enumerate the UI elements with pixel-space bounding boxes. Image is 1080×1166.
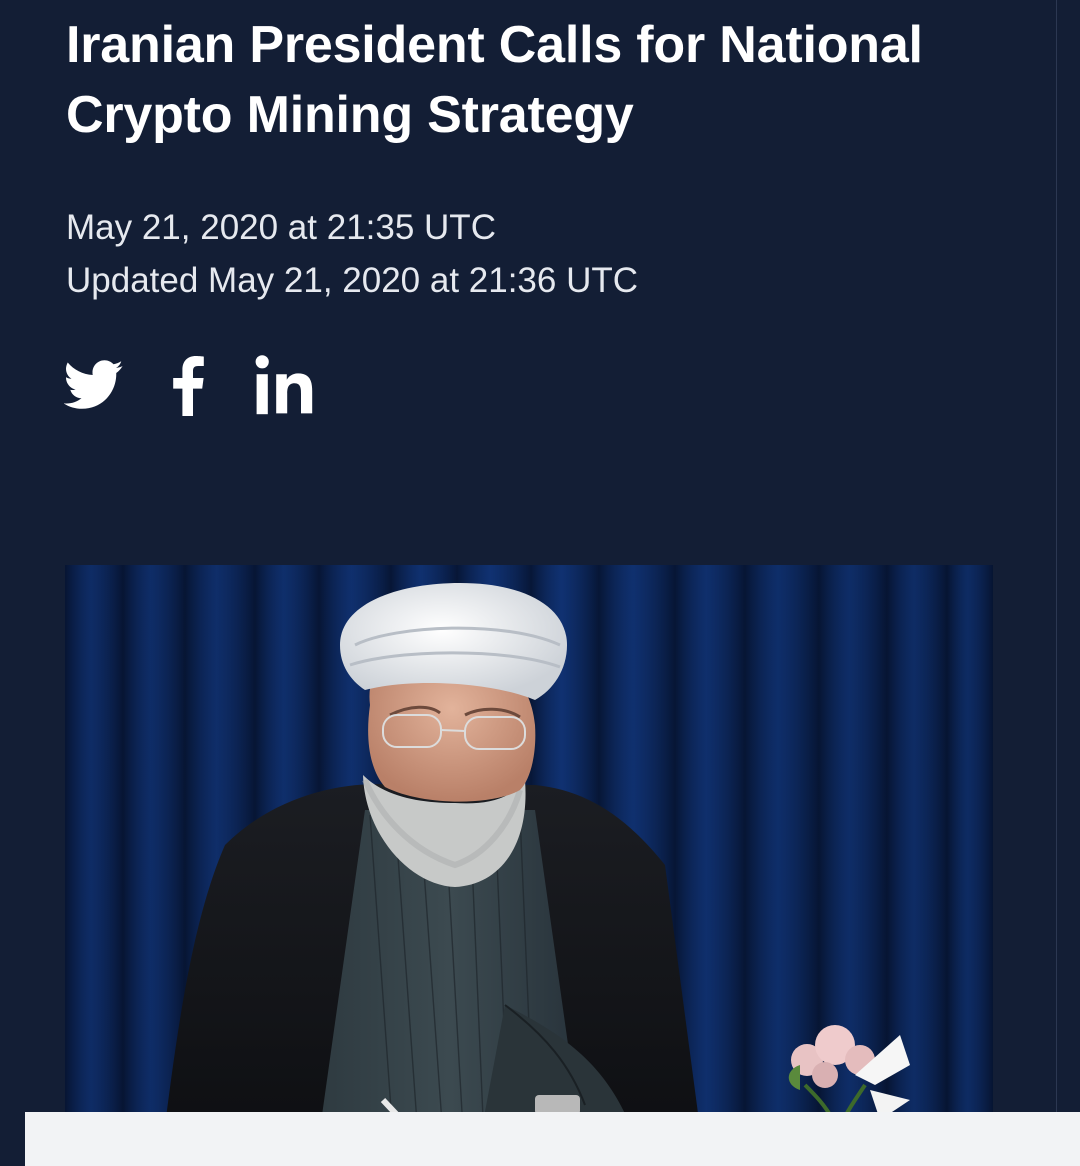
article-title: Iranian President Calls for National Cry… [66,16,923,144]
turban [340,583,567,700]
share-linkedin-button[interactable] [254,350,320,420]
updated-date: Updated May 21, 2020 at 21:36 UTC [66,261,639,300]
twitter-icon [64,360,123,409]
published-date: May 21, 2020 at 21:35 UTC [66,208,496,247]
share-facebook-button[interactable] [168,350,208,420]
share-twitter-button[interactable] [64,355,124,415]
page-divider [1056,0,1057,1112]
linkedin-icon [255,355,313,415]
hero-image [65,565,993,1166]
hero-photo [65,565,993,1166]
article-dateline: May 21, 2020 at 21:35 UTC Updated May 21… [66,201,638,307]
share-bar [64,350,320,420]
facebook-icon [173,356,204,416]
article-page: Iranian President Calls for National Cry… [0,0,1080,1166]
content-panel-edge [25,1112,1080,1166]
